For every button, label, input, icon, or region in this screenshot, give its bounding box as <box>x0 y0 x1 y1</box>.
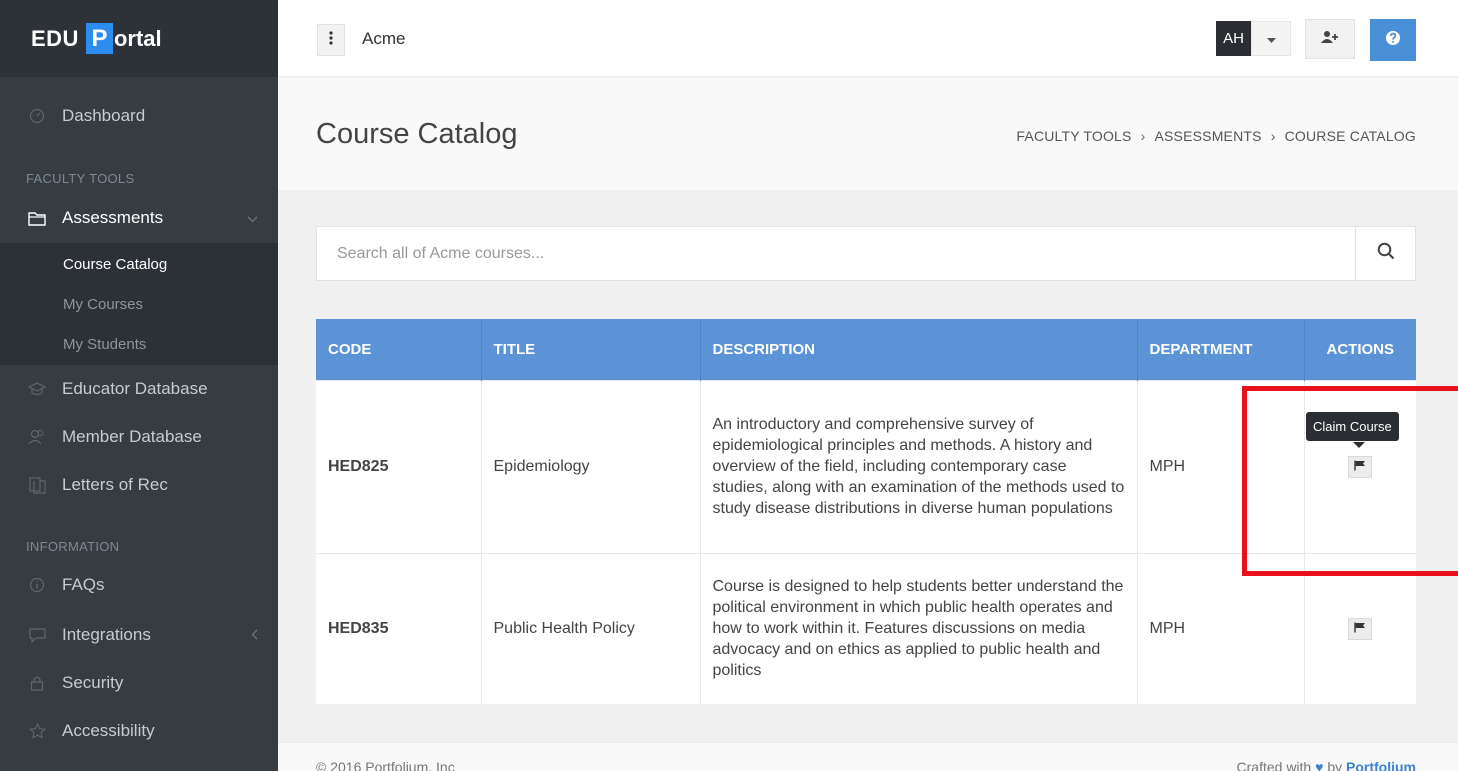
avatar[interactable]: AH <box>1216 21 1251 56</box>
sidebar-item-member-database[interactable]: Member Database <box>0 417 278 457</box>
sidebar-item-faqs[interactable]: FAQs <box>0 565 278 605</box>
table-header-row: CODE TITLE DESCRIPTION DEPARTMENT ACTION… <box>316 319 1416 380</box>
course-code: HED835 <box>316 552 482 704</box>
topbar: Acme AH <box>278 0 1458 77</box>
sidebar-item-label: Dashboard <box>62 106 146 125</box>
course-description: An introductory and comprehensive survey… <box>700 379 1138 553</box>
copyright: © 2016 Portfolium, Inc <box>316 759 455 771</box>
column-header-code: CODE <box>316 319 482 380</box>
sidebar-item-accessibility[interactable]: Accessibility <box>0 711 278 751</box>
column-header-actions: ACTIONS <box>1304 319 1416 380</box>
sidebar: EDU P ortal Dashboard FACULTY TOOLS Asse… <box>0 0 278 771</box>
organization-name: Acme <box>362 29 406 48</box>
info-icon <box>26 574 48 596</box>
sidebar-item-educator-database[interactable]: Educator Database <box>0 369 278 409</box>
breadcrumb-item[interactable]: ASSESSMENTS <box>1154 128 1261 144</box>
portfolium-link[interactable]: Portfolium <box>1346 759 1416 771</box>
chevron-down-icon <box>247 211 258 226</box>
search-button[interactable] <box>1355 227 1415 280</box>
lock-icon <box>26 672 48 694</box>
users-icon <box>26 426 48 448</box>
user-menu-dropdown[interactable] <box>1251 21 1291 56</box>
sidebar-item-label: FAQs <box>62 575 105 594</box>
documents-icon <box>26 474 48 496</box>
brand-edu: EDU <box>31 25 79 51</box>
sidebar-item-letters-of-rec[interactable]: Letters of Rec <box>0 465 278 505</box>
brand-ortal: ortal <box>113 25 162 51</box>
star-icon <box>26 720 48 742</box>
breadcrumb-separator-icon: › <box>1140 128 1146 144</box>
flag-icon <box>1354 618 1366 639</box>
footer-credit-by: by <box>1327 759 1343 771</box>
chevron-left-icon <box>251 628 258 643</box>
course-description: Course is designed to help students bett… <box>700 552 1138 704</box>
search-box <box>316 226 1416 281</box>
graduation-cap-icon <box>26 378 48 400</box>
search-input[interactable] <box>317 227 1357 280</box>
column-header-department: DEPARTMENT <box>1137 319 1305 380</box>
page-title: Course Catalog <box>316 118 518 150</box>
help-button[interactable] <box>1370 19 1416 61</box>
footer-credit-prefix: Crafted with <box>1236 759 1312 771</box>
highlight-annotation <box>1242 386 1458 576</box>
column-header-description: DESCRIPTION <box>700 319 1138 380</box>
dashboard-icon <box>26 105 48 127</box>
sidebar-item-label: Accessibility <box>62 721 155 740</box>
footer: © 2016 Portfolium, Inc Crafted with ♥ by… <box>278 742 1458 771</box>
course-title: Public Health Policy <box>481 552 701 704</box>
sidebar-item-assessments[interactable]: Assessments <box>0 198 278 238</box>
sidebar-item-label: Integrations <box>62 625 151 644</box>
add-user-button[interactable] <box>1305 19 1355 59</box>
page-header: Course Catalog FACULTY TOOLS › ASSESSMENTS… <box>278 78 1458 190</box>
menu-button[interactable] <box>317 24 345 56</box>
sidebar-item-label: Assessments <box>62 208 164 227</box>
sidebar-subitem-course-catalog[interactable]: Course Catalog <box>63 256 167 273</box>
brand-p: P <box>85 23 113 54</box>
footer-credit: Crafted with ♥ by Portfolium <box>1237 759 1416 771</box>
sidebar-item-integrations[interactable]: Integrations <box>0 615 278 655</box>
sidebar-item-label: Security <box>62 673 124 692</box>
claim-course-button[interactable] <box>1348 617 1373 640</box>
sidebar-item-security[interactable]: Security <box>0 663 278 703</box>
sidebar-item-dashboard[interactable]: Dashboard <box>0 96 278 136</box>
sidebar-item-label: Letters of Rec <box>62 475 168 494</box>
breadcrumb-separator-icon: › <box>1270 128 1276 144</box>
brand-logo[interactable]: EDU P ortal <box>0 0 278 77</box>
vertical-dots-icon <box>329 30 333 50</box>
breadcrumb-item[interactable]: FACULTY TOOLS <box>1016 128 1131 144</box>
nav-heading-information: INFORMATION <box>26 539 120 554</box>
add-user-icon <box>1321 30 1339 49</box>
folder-icon <box>26 207 48 229</box>
nav-heading-faculty: FACULTY TOOLS <box>26 171 135 186</box>
sidebar-subitem-my-courses[interactable]: My Courses <box>63 296 143 313</box>
column-header-title: TITLE <box>481 319 701 380</box>
assessments-submenu: Course Catalog My Courses My Students <box>0 243 278 365</box>
search-icon <box>1377 242 1395 265</box>
sidebar-item-label: Educator Database <box>62 379 208 398</box>
heart-icon: ♥ <box>1315 759 1324 771</box>
course-code: HED825 <box>316 379 482 553</box>
course-title: Epidemiology <box>481 379 701 553</box>
breadcrumb-item: COURSE CATALOG <box>1284 128 1416 144</box>
caret-down-icon <box>1266 30 1276 48</box>
chat-icon <box>26 624 48 646</box>
sidebar-item-label: Member Database <box>62 427 202 446</box>
sidebar-subitem-my-students[interactable]: My Students <box>63 336 146 353</box>
breadcrumb: FACULTY TOOLS › ASSESSMENTS › COURSE CATALOG <box>1016 128 1416 144</box>
question-icon <box>1385 30 1401 51</box>
